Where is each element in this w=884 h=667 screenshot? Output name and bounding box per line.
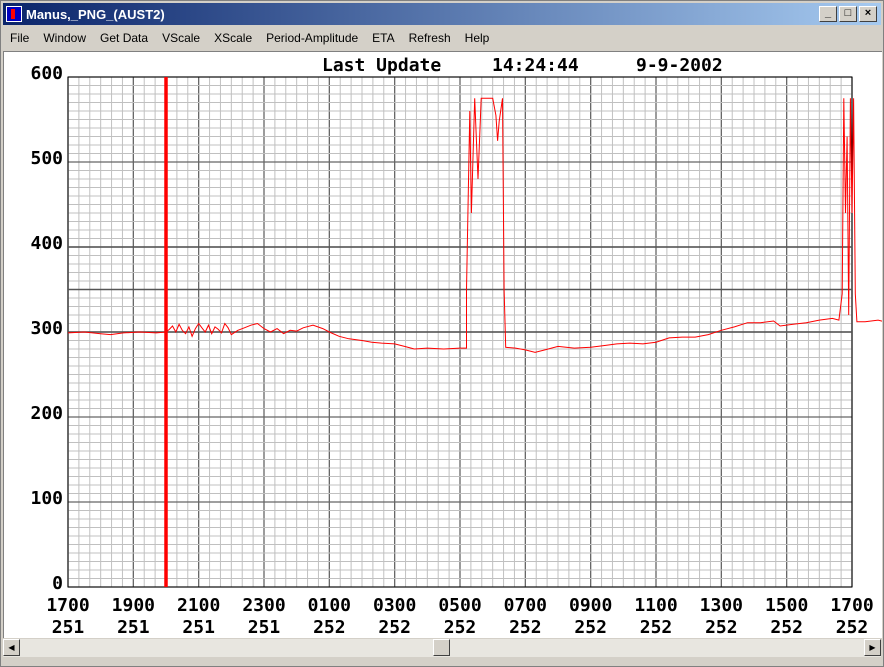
menu-bar: File Window Get Data VScale XScale Perio… [3, 27, 881, 49]
x-tick-time-label: 0300 [373, 595, 416, 616]
close-button[interactable]: × [859, 6, 877, 22]
menu-help[interactable]: Help [458, 31, 497, 45]
menu-file[interactable]: File [3, 31, 36, 45]
x-tick-day-label: 252 [313, 617, 346, 638]
x-tick-time-label: 1300 [700, 595, 743, 616]
x-tick-day-label: 252 [705, 617, 738, 638]
y-tick-label: 400 [30, 233, 63, 254]
window-title: Manus,_PNG_(AUST2) [26, 6, 165, 22]
x-tick-day-label: 252 [509, 617, 542, 638]
y-tick-label: 200 [30, 403, 63, 424]
x-tick-day-label: 252 [378, 617, 411, 638]
x-tick-time-label: 0900 [569, 595, 612, 616]
scroll-left-button[interactable]: ◀ [3, 639, 20, 656]
x-tick-time-label: 0100 [308, 595, 351, 616]
y-tick-label: 0 [52, 573, 63, 594]
x-tick-time-label: 0500 [438, 595, 481, 616]
application-window: Manus,_PNG_(AUST2) _ □ × File Window Get… [0, 0, 884, 667]
menu-get-data[interactable]: Get Data [93, 31, 155, 45]
menu-period-amplitude[interactable]: Period-Amplitude [259, 31, 365, 45]
y-tick-label: 500 [30, 148, 63, 169]
x-tick-day-label: 251 [117, 617, 150, 638]
tide-gauge-chart: 0100200300400500600 17002511900251210025… [30, 55, 884, 638]
menu-xscale[interactable]: XScale [207, 31, 259, 45]
app-icon[interactable] [6, 6, 22, 22]
x-tick-day-label: 252 [444, 617, 477, 638]
last-update-time: 14:24:44 [492, 55, 579, 76]
x-tick-day-label: 252 [836, 617, 869, 638]
x-tick-time-label: 1700 [46, 595, 89, 616]
status-strip [3, 658, 881, 666]
last-update-date: 9-9-2002 [636, 55, 723, 76]
x-tick-day-label: 251 [248, 617, 281, 638]
scroll-thumb[interactable] [433, 639, 450, 656]
horizontal-scrollbar[interactable]: ◀ ▶ [3, 639, 881, 657]
y-axis-tick-labels: 0 100 200 300 400 500 600 [30, 63, 63, 594]
x-tick-day-label: 252 [640, 617, 673, 638]
x-tick-time-label: 1700 [830, 595, 873, 616]
x-tick-day-label: 252 [574, 617, 607, 638]
y-tick-label: 300 [30, 318, 63, 339]
x-tick-day-label: 251 [182, 617, 215, 638]
chart-area: 0 100 200 300 400 500 600 1700 251 1900 251 2100 25… [3, 51, 884, 638]
menu-vscale[interactable]: VScale [155, 31, 207, 45]
minimize-button[interactable]: _ [819, 6, 837, 22]
maximize-button[interactable]: □ [839, 6, 857, 22]
last-update-label: Last Update [322, 55, 441, 76]
x-tick-time-label: 1900 [112, 595, 155, 616]
x-tick-time-label: 1500 [765, 595, 808, 616]
scroll-right-button[interactable]: ▶ [864, 639, 881, 656]
title-bar[interactable]: Manus,_PNG_(AUST2) _ □ × [3, 3, 881, 25]
x-axis-tick-labels: 1700251190025121002512300251010025203002… [46, 595, 873, 638]
x-tick-time-label: 1100 [634, 595, 677, 616]
y-tick-label: 100 [30, 488, 63, 509]
window-controls: _ □ × [819, 6, 877, 22]
x-tick-time-label: 2300 [242, 595, 285, 616]
menu-refresh[interactable]: Refresh [402, 31, 458, 45]
x-tick-day-label: 252 [770, 617, 803, 638]
x-tick-time-label: 2100 [177, 595, 220, 616]
menu-window[interactable]: Window [36, 31, 93, 45]
y-tick-label: 600 [30, 63, 63, 84]
x-tick-time-label: 0700 [504, 595, 547, 616]
x-tick-day-label: 251 [52, 617, 85, 638]
menu-eta[interactable]: ETA [365, 31, 401, 45]
